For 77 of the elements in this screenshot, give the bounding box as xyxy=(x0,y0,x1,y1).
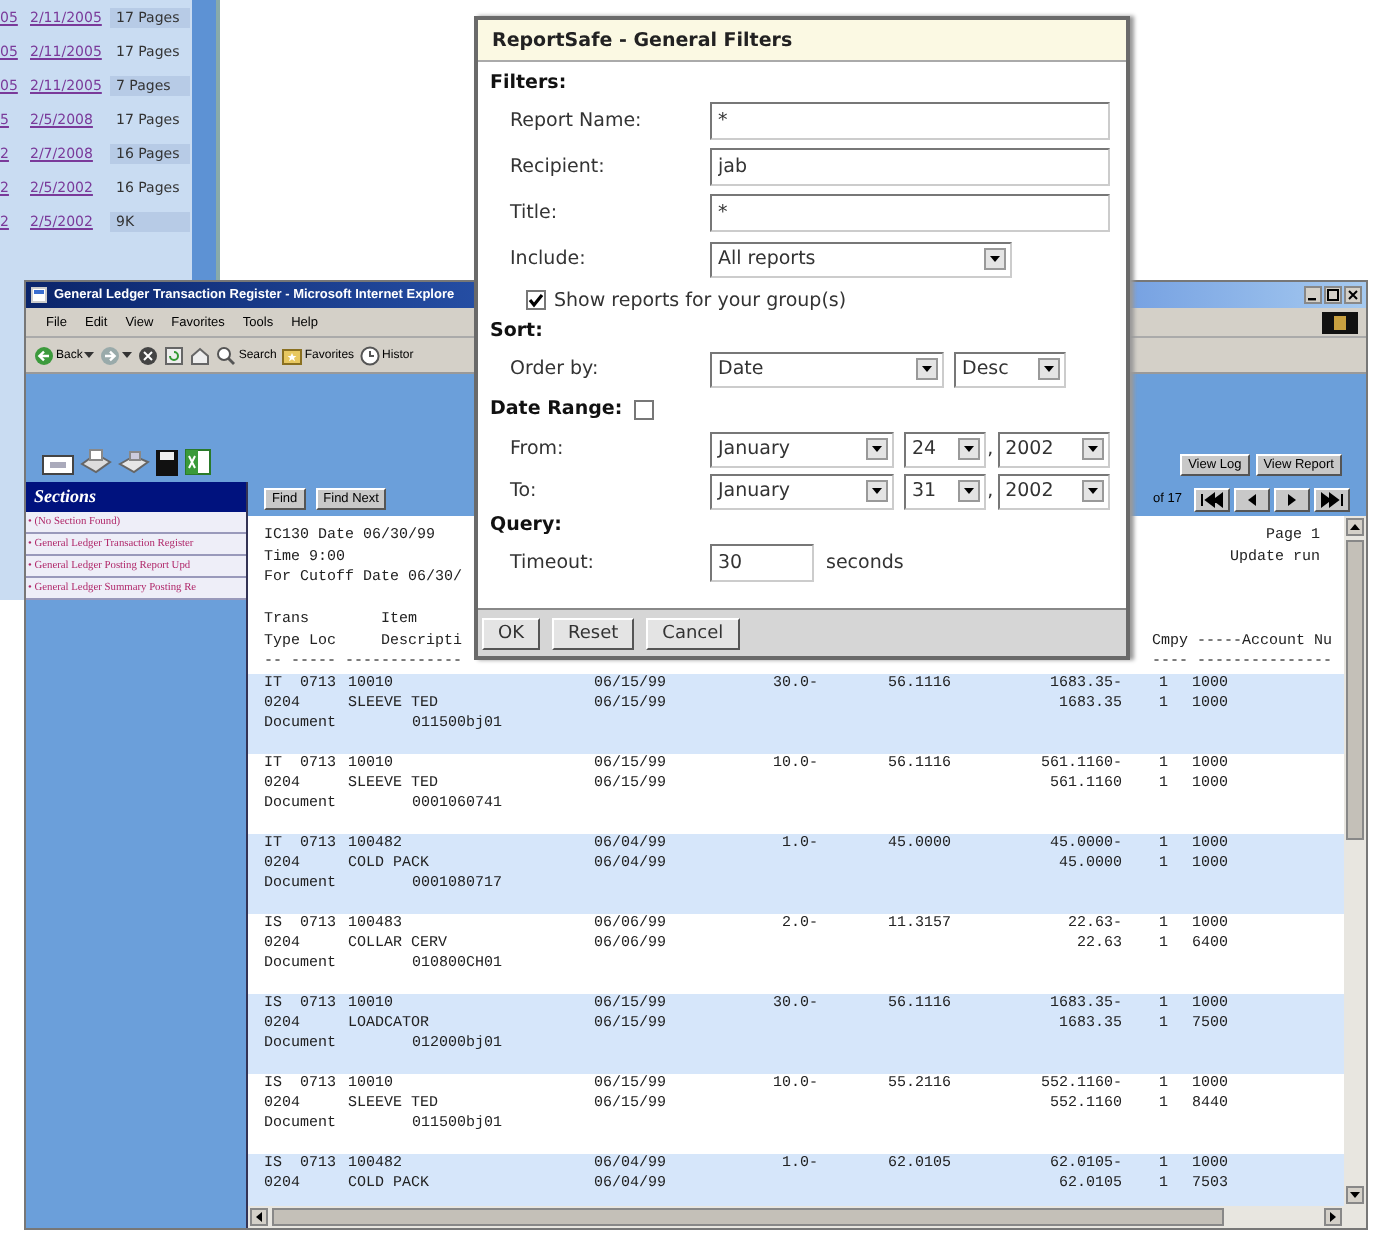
caret-icon xyxy=(1038,358,1060,380)
caret-icon xyxy=(865,438,888,460)
text-field[interactable]: * xyxy=(710,102,1110,140)
last-page-button[interactable] xyxy=(1314,487,1350,511)
separator-text: , xyxy=(987,480,994,502)
timeout-field[interactable]: 30 xyxy=(710,544,814,582)
home-button[interactable] xyxy=(188,345,213,365)
field-label: Order by: xyxy=(508,358,601,380)
checkbox-label: Show reports for your group(s) xyxy=(554,289,847,311)
card-icon[interactable] xyxy=(42,452,74,476)
dialog-button[interactable]: Cancel xyxy=(646,617,740,649)
text-field[interactable]: jab xyxy=(710,148,1110,186)
back-arrow-icon xyxy=(34,345,54,365)
caret-icon xyxy=(916,358,938,380)
include-dropdown[interactable]: All reports xyxy=(710,241,1012,277)
printer-icon[interactable] xyxy=(118,448,150,476)
clock-icon xyxy=(360,345,381,365)
dialog-button[interactable]: OK xyxy=(482,617,540,649)
caret-icon xyxy=(865,480,888,502)
year-dropdown[interactable]: 2002 xyxy=(997,473,1110,509)
refresh-icon xyxy=(164,345,185,365)
sections-header: Sections xyxy=(26,482,246,512)
forward-button[interactable] xyxy=(98,345,135,365)
unit-label: seconds xyxy=(826,552,904,574)
caret-icon xyxy=(957,480,980,502)
caret-icon xyxy=(122,351,133,359)
previous-page-button[interactable] xyxy=(1234,487,1270,511)
section-heading: Filters: xyxy=(490,70,569,98)
next-page-button[interactable] xyxy=(1274,487,1310,511)
spreadsheet-icon[interactable] xyxy=(184,448,212,476)
caret-icon xyxy=(1082,480,1104,502)
close-icon[interactable] xyxy=(1344,286,1362,304)
dialog-title: ReportSafe - General Filters xyxy=(478,20,1126,62)
maximize-icon[interactable] xyxy=(1324,286,1342,304)
separator-text: , xyxy=(987,438,994,460)
home-icon xyxy=(190,345,211,365)
first-page-button[interactable] xyxy=(1194,487,1230,511)
refresh-button[interactable] xyxy=(162,345,187,365)
caret-icon xyxy=(84,351,95,359)
field-label: Report Name: xyxy=(508,110,644,132)
section-heading: Sort: xyxy=(490,318,545,346)
logo-icon xyxy=(1322,311,1358,333)
field-label: Title: xyxy=(508,202,560,224)
field-label: Timeout: xyxy=(508,552,597,574)
first-page-icon xyxy=(1200,491,1224,507)
caret-icon xyxy=(1082,438,1104,460)
direction-dropdown[interactable]: Desc xyxy=(954,351,1066,387)
caret-icon xyxy=(984,248,1006,270)
checkbox[interactable] xyxy=(526,290,546,310)
section-heading: Date Range: xyxy=(490,396,623,424)
field-label: To: xyxy=(508,480,539,502)
scrollbar[interactable] xyxy=(248,1206,1366,1228)
minimize-icon[interactable] xyxy=(1304,286,1322,304)
page-icon xyxy=(30,286,48,304)
forward-arrow-icon xyxy=(100,345,121,365)
search-icon xyxy=(216,345,237,365)
scrollbar[interactable] xyxy=(1344,516,1366,1206)
year-dropdown[interactable]: 2002 xyxy=(997,431,1110,467)
field-label: Recipient: xyxy=(508,156,607,178)
last-page-icon xyxy=(1320,491,1344,507)
section-heading: Query: xyxy=(490,512,564,540)
dialog-button[interactable]: Reset xyxy=(552,617,635,649)
scroll-thumb[interactable] xyxy=(1346,540,1364,840)
printer-icon[interactable] xyxy=(80,448,112,476)
order-dropdown[interactable]: Date xyxy=(710,351,944,387)
stop-button[interactable] xyxy=(136,345,161,365)
text-field[interactable]: * xyxy=(710,194,1110,232)
day-dropdown[interactable]: 31 xyxy=(903,473,986,509)
month-dropdown[interactable]: January xyxy=(710,431,894,467)
caret-icon xyxy=(957,438,980,460)
field-label: From: xyxy=(508,438,566,460)
month-dropdown[interactable]: January xyxy=(710,473,894,509)
day-dropdown[interactable]: 24 xyxy=(903,431,986,467)
checkbox[interactable] xyxy=(634,400,655,420)
scroll-thumb[interactable] xyxy=(272,1208,1224,1226)
stop-icon xyxy=(138,345,159,365)
field-label: Include: xyxy=(508,248,588,270)
